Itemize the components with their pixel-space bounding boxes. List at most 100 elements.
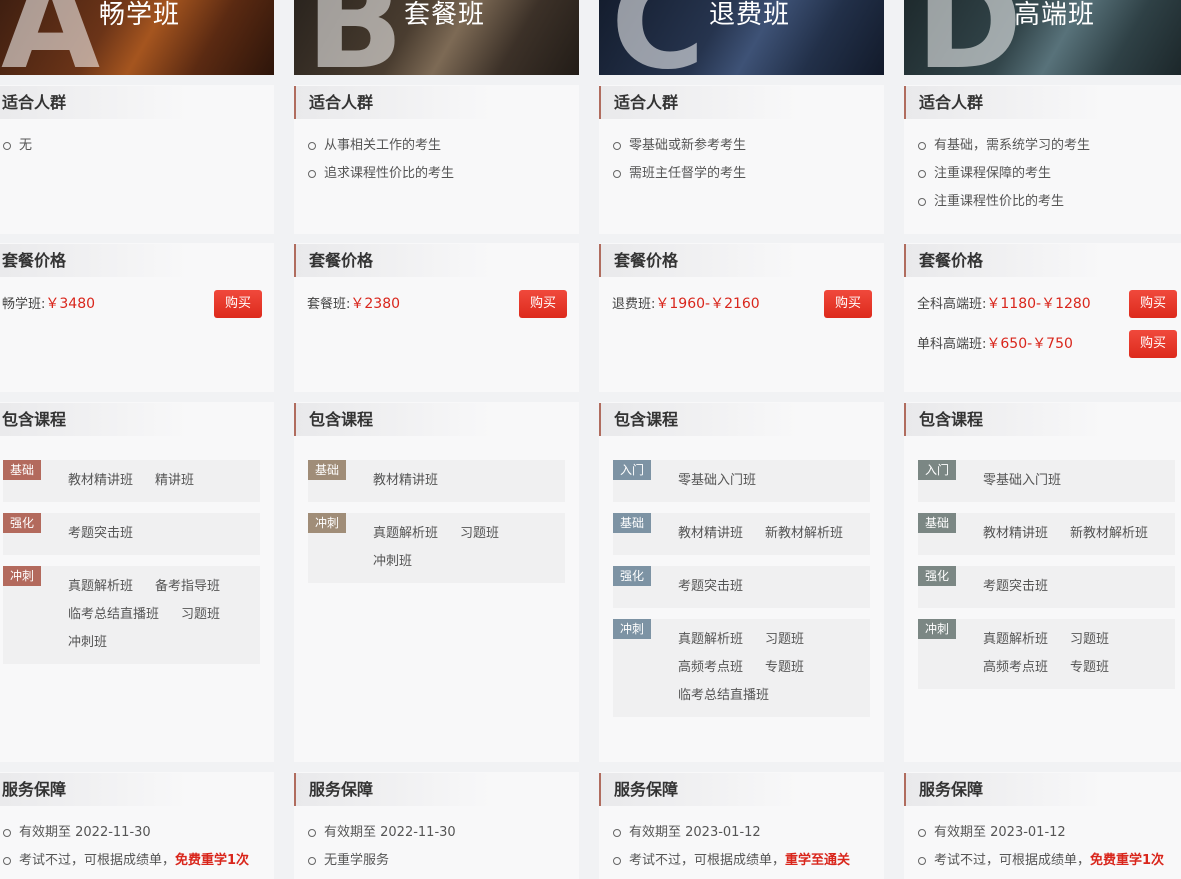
service-text: 有效期至 2023-01-12 bbox=[934, 825, 1066, 840]
service-list: 有效期至 2022-11-30 考试不过，可根据成绩单， 免费重学1次 bbox=[3, 819, 249, 875]
course-items: 教材精讲班 精讲班 bbox=[68, 467, 258, 495]
buy-button[interactable]: 购买 bbox=[519, 290, 567, 318]
circle-bullet-icon bbox=[918, 142, 926, 150]
price-row: 退费班:￥1960-￥2160 购买 bbox=[612, 290, 872, 318]
course-items: 真题解析班 备考指导班临考总结直播班 习题班冲刺班 bbox=[68, 573, 258, 657]
buy-button[interactable]: 购买 bbox=[824, 290, 872, 318]
audience-list: 无 bbox=[3, 132, 32, 160]
service-text: 有效期至 2022-11-30 bbox=[19, 825, 151, 840]
course-group: 入门 零基础入门班 bbox=[918, 460, 1175, 502]
price-value: ￥2380 bbox=[350, 296, 401, 312]
plan-name: 套餐班 bbox=[404, 0, 486, 30]
price-name: 单科高端班: bbox=[917, 337, 987, 352]
plan-name: 畅学班 bbox=[99, 0, 181, 30]
buy-button[interactable]: 购买 bbox=[1129, 290, 1177, 318]
course-stage-tag: 入门 bbox=[613, 460, 651, 480]
plan-column: D 高端班 适合人群 有基础，需系统学习的考生 注重课程保障的考生 注重课程性价比的考生套… bbox=[904, 0, 1181, 879]
course-item: 真题解析班 bbox=[678, 632, 744, 647]
audience-text: 注重课程性价比的考生 bbox=[934, 194, 1065, 209]
course-item: 习题班 bbox=[460, 526, 500, 541]
audience-text: 无 bbox=[19, 138, 33, 153]
audience-item: 注重课程保障的考生 bbox=[918, 160, 1090, 188]
service-text: 考试不过，可根据成绩单， bbox=[19, 853, 176, 868]
price-value: ￥3480 bbox=[45, 296, 96, 312]
price-value: ￥1180-￥1280 bbox=[986, 296, 1091, 312]
course-group: 入门零基础入门班 bbox=[613, 460, 870, 502]
circle-bullet-icon bbox=[3, 857, 11, 865]
circle-bullet-icon bbox=[308, 857, 316, 865]
course-group: 基础 教材精讲班 新教材解析班 bbox=[918, 513, 1175, 555]
price-section: 套餐价格 退费班:￥1960-￥2160 购买 bbox=[599, 243, 884, 392]
course-item: 习题班 bbox=[1070, 632, 1110, 647]
course-item: 新教材解析班 bbox=[765, 526, 844, 541]
service-text: 有效期至 2023-01-12 bbox=[629, 825, 761, 840]
section-title: 服务保障 bbox=[294, 773, 494, 806]
audience-text: 零基础或新参考考生 bbox=[629, 138, 747, 153]
service-text: 无重学服务 bbox=[324, 853, 390, 868]
service-item: 有效期至 2023-01-12 bbox=[613, 819, 850, 847]
circle-bullet-icon bbox=[918, 198, 926, 206]
course-item: 考题突击班 bbox=[983, 579, 1049, 594]
course-item: 临考总结直播班 bbox=[68, 607, 160, 622]
course-stage-tag: 基础 bbox=[308, 460, 346, 480]
service-text: 考试不过，可根据成绩单， bbox=[629, 853, 786, 868]
buy-button[interactable]: 购买 bbox=[1129, 330, 1177, 358]
plan-name: 高端班 bbox=[1014, 0, 1096, 30]
audience-text: 需班主任督学的考生 bbox=[629, 166, 747, 181]
circle-bullet-icon bbox=[613, 142, 621, 150]
service-highlight: 重学至通关 bbox=[785, 853, 851, 868]
price-label: 退费班:￥1960-￥2160 bbox=[612, 290, 760, 319]
audience-item: 注重课程性价比的考生 bbox=[918, 188, 1090, 216]
plan-column: A 畅学班 适合人群无套餐价格 畅学班:￥3480 购买 包含课程 基础 教材精讲班 精讲班 强化… bbox=[0, 0, 274, 879]
course-item: 冲刺班 bbox=[68, 635, 108, 650]
section-title: 服务保障 bbox=[904, 773, 1104, 806]
course-item: 新教材解析班 bbox=[1070, 526, 1149, 541]
course-item: 教材精讲班 bbox=[68, 473, 134, 488]
course-stage-tag: 强化 bbox=[613, 566, 651, 586]
plan-banner: B 套餐班 bbox=[294, 0, 579, 75]
service-item: 有效期至 2023-01-12 bbox=[918, 819, 1164, 847]
section-title: 包含课程 bbox=[0, 403, 189, 436]
courses-section: 包含课程 入门 零基础入门班 基础 教材精讲班 新教材解析班 强化 考题突击班 冲刺 真题解析班 习… bbox=[904, 402, 1181, 762]
price-section: 套餐价格套餐班:￥2380 购买 bbox=[294, 243, 579, 392]
section-title: 套餐价格 bbox=[294, 244, 494, 277]
plan-column: C 退费班 适合人群 零基础或新参考考生 需班主任督学的考生 套餐价格 退费班:￥1960-… bbox=[599, 0, 884, 879]
course-item: 教材精讲班 bbox=[678, 526, 744, 541]
price-name: 全科高端班: bbox=[917, 297, 987, 312]
service-list: 有效期至 2022-11-30 无重学服务 bbox=[308, 819, 456, 875]
plan-banner: A 畅学班 bbox=[0, 0, 274, 75]
plan-column: B 套餐班 适合人群 从事相关工作的考生 追求课程性价比的考生 套餐价格 套餐班:￥2380… bbox=[294, 0, 579, 879]
service-item: 考试不过，可根据成绩单， 重学至通关 bbox=[613, 847, 850, 875]
course-items: 考题突击班 bbox=[68, 520, 258, 548]
price-value: ￥1960-￥2160 bbox=[655, 296, 760, 312]
course-item: 零基础入门班 bbox=[983, 473, 1062, 488]
course-item: 考题突击班 bbox=[68, 526, 134, 541]
course-items: 教材精讲班 bbox=[373, 467, 563, 495]
price-name: 套餐班: bbox=[307, 297, 351, 312]
course-group: 冲刺 真题解析班 习题班冲刺班 bbox=[308, 513, 565, 583]
circle-bullet-icon bbox=[918, 857, 926, 865]
service-section: 服务保障有效期至 2022-11-30 考试不过，可根据成绩单， 免费重学1次 bbox=[0, 772, 274, 879]
price-label: 单科高端班:￥650-￥750 bbox=[917, 330, 1073, 359]
courses-section: 包含课程 入门 零基础入门班 基础 教材精讲班 新教材解析班 强化 考题突击班 冲刺 真题解析班 习… bbox=[599, 402, 884, 762]
course-group: 基础 教材精讲班 新教材解析班 bbox=[613, 513, 870, 555]
buy-button[interactable]: 购买 bbox=[214, 290, 262, 318]
section-title: 服务保障 bbox=[0, 773, 189, 806]
circle-bullet-icon bbox=[308, 829, 316, 837]
course-item: 真题解析班 bbox=[373, 526, 439, 541]
course-item: 习题班 bbox=[181, 607, 221, 622]
price-label: 畅学班:￥3480 bbox=[2, 290, 95, 319]
course-item: 专题班 bbox=[765, 660, 805, 675]
section-title: 包含课程 bbox=[599, 403, 799, 436]
courses-section: 包含课程 基础 教材精讲班 冲刺 真题解析班 习题班冲刺班 bbox=[294, 402, 579, 762]
service-item: 有效期至 2022-11-30 bbox=[308, 819, 456, 847]
target-audience-section: 适合人群 有基础，需系统学习的考生 注重课程保障的考生 注重课程性价比的考生 bbox=[904, 85, 1181, 234]
course-item: 教材精讲班 bbox=[983, 526, 1049, 541]
service-text: 有效期至 2022-11-30 bbox=[324, 825, 456, 840]
course-item: 零基础入门班 bbox=[678, 473, 757, 488]
circle-bullet-icon bbox=[918, 829, 926, 837]
service-item: 考试不过，可根据成绩单， 免费重学1次 bbox=[3, 847, 249, 875]
audience-item: 无 bbox=[3, 132, 32, 160]
circle-bullet-icon bbox=[613, 170, 621, 178]
service-highlight: 免费重学1次 bbox=[1090, 853, 1165, 868]
